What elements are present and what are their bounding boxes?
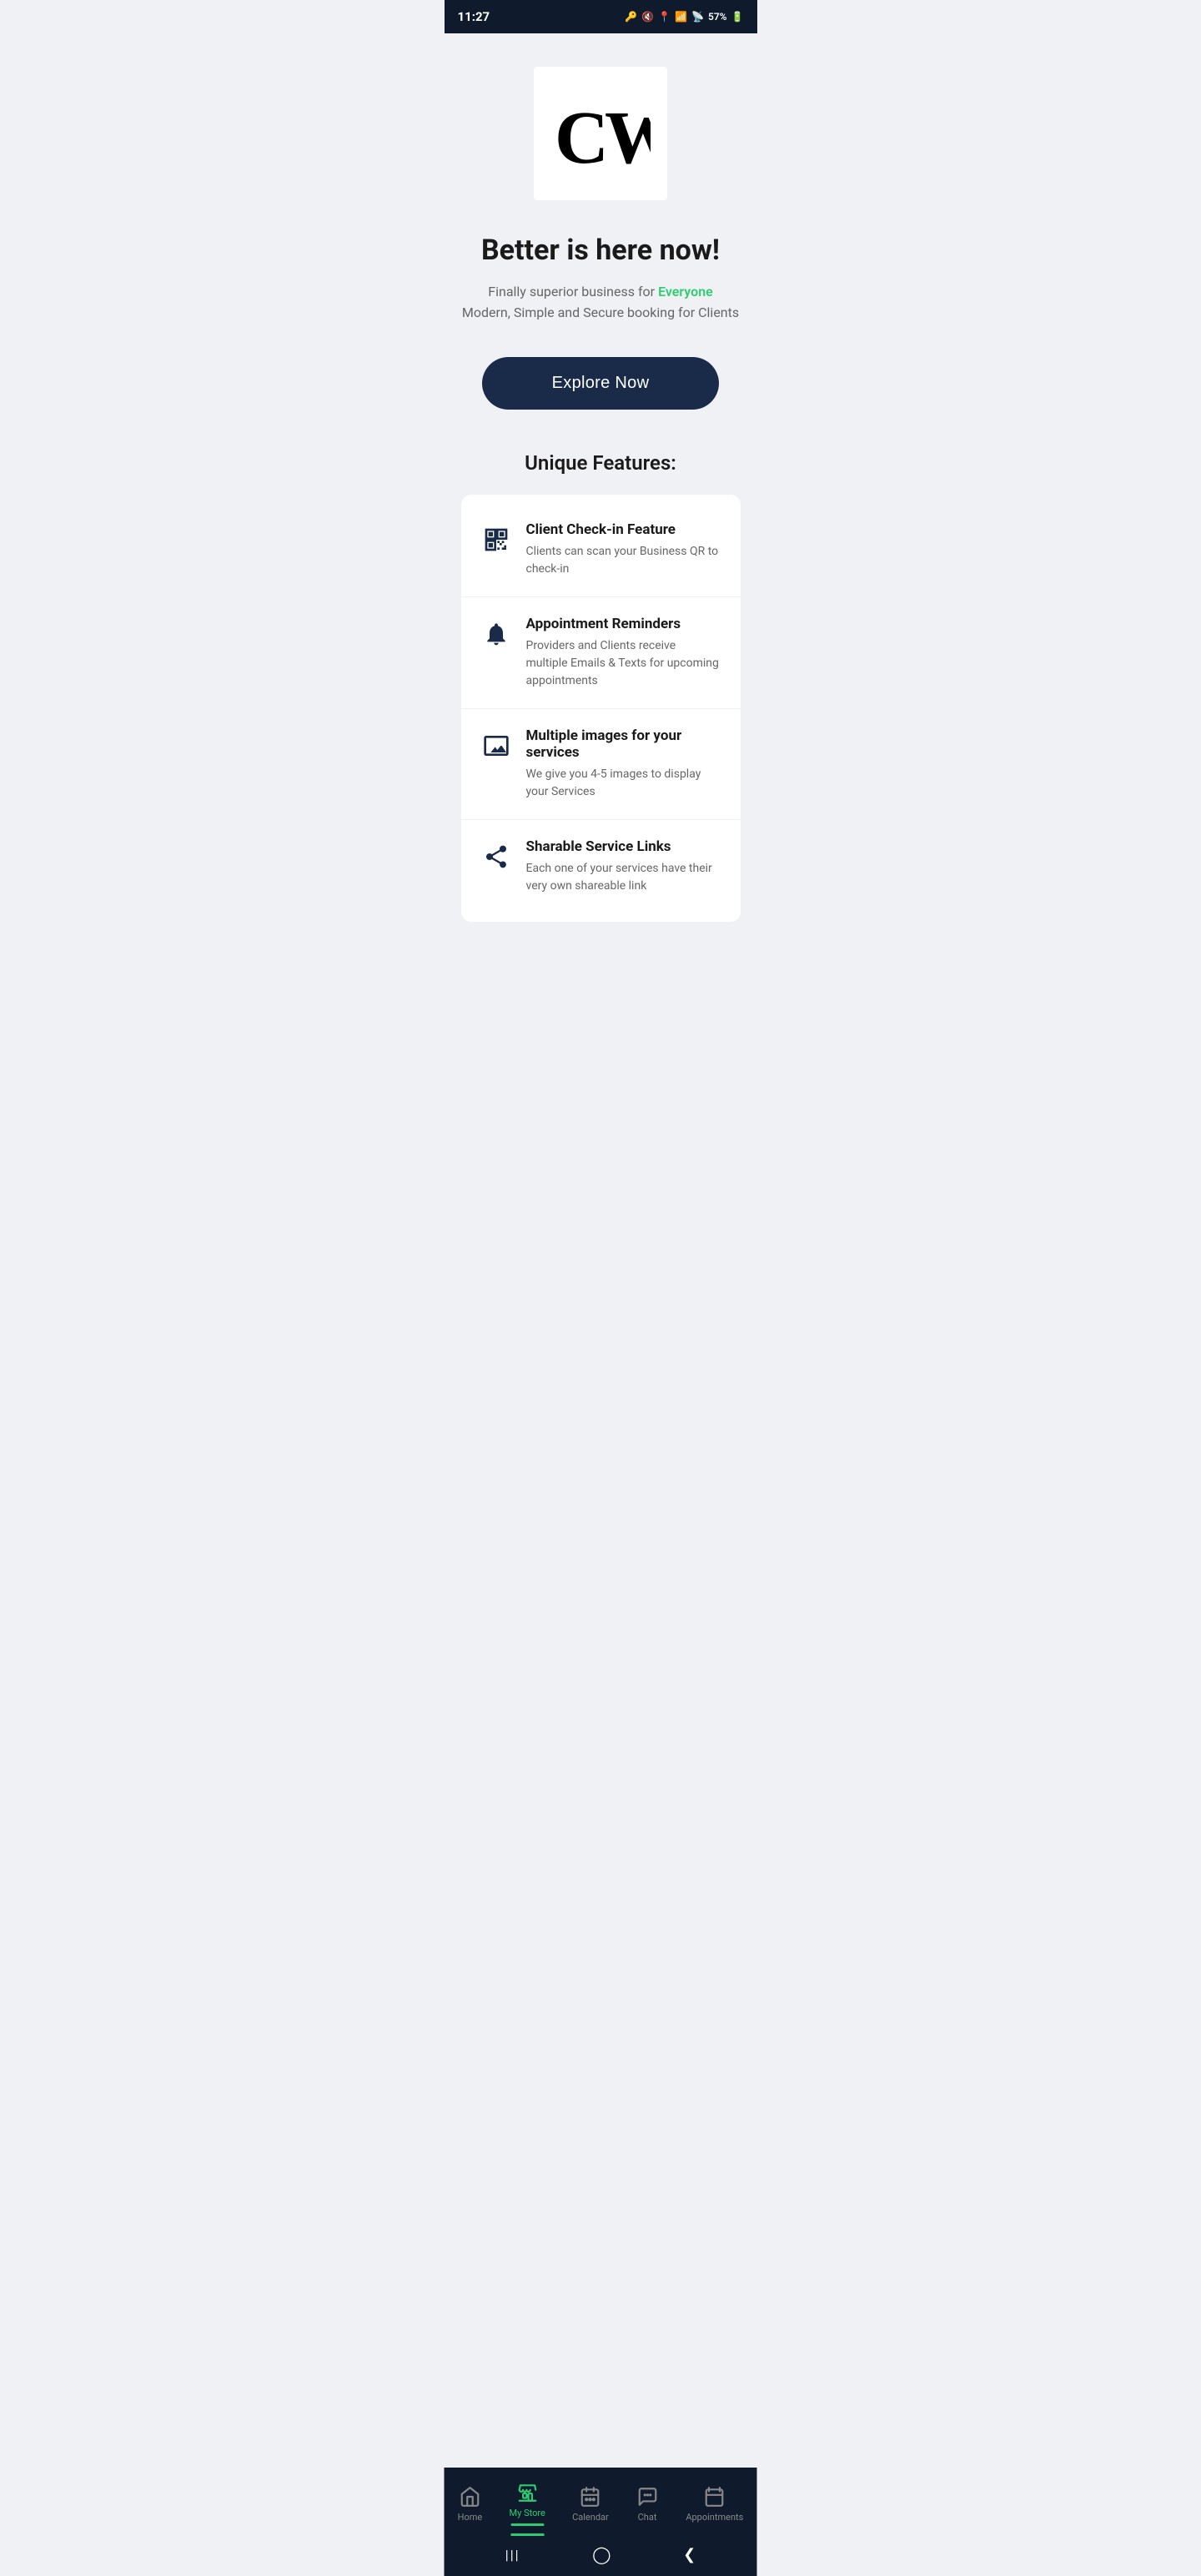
feature-content-checkin: Client Check-in Feature Clients can scan… (526, 521, 721, 578)
features-title: Unique Features: (525, 451, 676, 475)
recents-button[interactable]: ||| (505, 2547, 520, 2563)
key-icon: 🔑 (625, 11, 637, 23)
feature-name-images: Multiple images for your services (526, 727, 721, 761)
active-indicator (510, 2523, 544, 2526)
hero-subtitle-second: Modern, Simple and Secure booking for Cl… (462, 304, 739, 320)
appointments-icon (703, 2485, 726, 2508)
feature-item-checkin: Client Check-in Feature Clients can scan… (461, 503, 741, 597)
status-icons: 🔑 🔇 📍 📶 📡 57% 🔋 (625, 11, 743, 23)
nav-item-mystore[interactable]: My Store (500, 2478, 555, 2529)
feature-desc-reminders: Providers and Clients receive multiple E… (526, 637, 721, 690)
battery-level: 57% (708, 11, 727, 23)
hero-highlight: Everyone (658, 284, 713, 299)
feature-desc-images: We give you 4-5 images to display your S… (526, 766, 721, 801)
wifi-icon: 📶 (675, 11, 687, 23)
main-content: CW Better is here now! Finally superior … (445, 33, 757, 938)
feature-desc-checkin: Clients can scan your Business QR to che… (526, 543, 721, 578)
qr-icon (481, 525, 511, 555)
feature-name-share: Sharable Service Links (526, 838, 721, 855)
feature-item-images: Multiple images for your services We giv… (461, 709, 741, 820)
feature-content-reminders: Appointment Reminders Providers and Clie… (526, 616, 721, 690)
chat-icon (636, 2485, 659, 2508)
nav-item-chat[interactable]: Chat (626, 2482, 669, 2526)
feature-item-share: Sharable Service Links Each one of your … (461, 820, 741, 913)
image-icon (481, 731, 511, 761)
nav-label-chat: Chat (638, 2512, 657, 2523)
bell-icon (481, 619, 511, 649)
hero-section: Better is here now! Finally superior bus… (462, 234, 739, 324)
share-icon (481, 842, 511, 872)
feature-item-reminders: Appointment Reminders Providers and Clie… (461, 597, 741, 709)
status-time: 11:27 (458, 9, 490, 24)
feature-name-checkin: Client Check-in Feature (526, 521, 721, 538)
calendar-icon (579, 2485, 602, 2508)
app-logo: CW (534, 67, 667, 200)
signal-icon: 📡 (691, 11, 704, 23)
features-card: Client Check-in Feature Clients can scan… (461, 495, 741, 922)
bottom-nav: Home My Store (445, 2468, 757, 2536)
svg-text:CW: CW (555, 97, 651, 175)
hero-subtitle: Finally superior business for Everyone M… (462, 281, 739, 324)
feature-content-share: Sharable Service Links Each one of your … (526, 838, 721, 895)
feature-desc-share: Each one of your services have their ver… (526, 860, 721, 895)
system-nav: ||| ◯ ❮ (445, 2536, 757, 2576)
nav-label-home: Home (458, 2512, 483, 2523)
nav-label-mystore: My Store (510, 2508, 545, 2518)
mute-icon: 🔇 (641, 11, 654, 23)
nav-item-appointments[interactable]: Appointments (676, 2482, 753, 2526)
home-icon (458, 2485, 481, 2508)
nav-item-calendar[interactable]: Calendar (562, 2482, 619, 2526)
hero-subtitle-plain: Finally superior business for (488, 284, 658, 299)
nav-label-calendar: Calendar (572, 2512, 609, 2523)
status-bar: 11:27 🔑 🔇 📍 📶 📡 57% 🔋 (445, 0, 757, 33)
home-button[interactable]: ◯ (592, 2544, 611, 2564)
hero-title: Better is here now! (462, 234, 739, 268)
explore-now-button[interactable]: Explore Now (482, 357, 720, 410)
battery-icon: 🔋 (731, 11, 744, 23)
feature-name-reminders: Appointment Reminders (526, 616, 721, 632)
nav-item-home[interactable]: Home (448, 2482, 493, 2526)
back-button[interactable]: ❮ (683, 2546, 696, 2563)
location-icon: 📍 (658, 11, 671, 23)
store-icon (515, 2481, 539, 2504)
feature-content-images: Multiple images for your services We giv… (526, 727, 721, 801)
nav-label-appointments: Appointments (686, 2512, 743, 2523)
